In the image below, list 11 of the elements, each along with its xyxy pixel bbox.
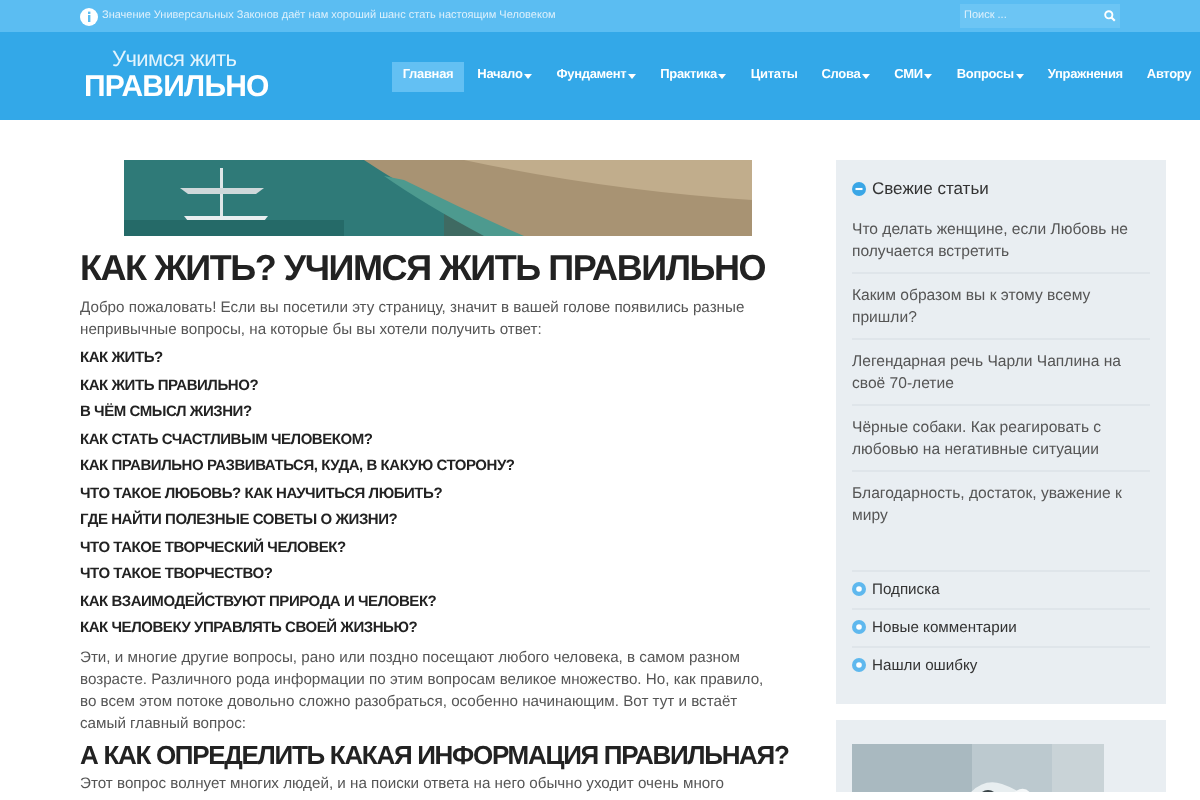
expand-icon[interactable] — [852, 658, 866, 673]
expand-icon[interactable] — [852, 620, 866, 635]
logo-text[interactable]: Учимся жить — [84, 50, 269, 72]
page-title: КАК ЖИТЬ? УЧИМСЯ ЖИТЬ ПРАВИЛЬНО — [80, 246, 768, 292]
info-icon — [80, 7, 98, 25]
logo-text[interactable]: ПРАВИЛЬНО — [84, 72, 269, 102]
widget-title[interactable]: Свежие статьи — [872, 176, 989, 202]
expand-icon[interactable] — [852, 582, 866, 597]
collapse-icon[interactable] — [852, 181, 866, 196]
section-heading: А КАК ОПРЕДЕЛИТЬ КАКАЯ ИНФОРМАЦИЯ ПРАВИЛЬНАЯ? — [80, 737, 791, 773]
search-icon[interactable] — [1104, 10, 1116, 22]
